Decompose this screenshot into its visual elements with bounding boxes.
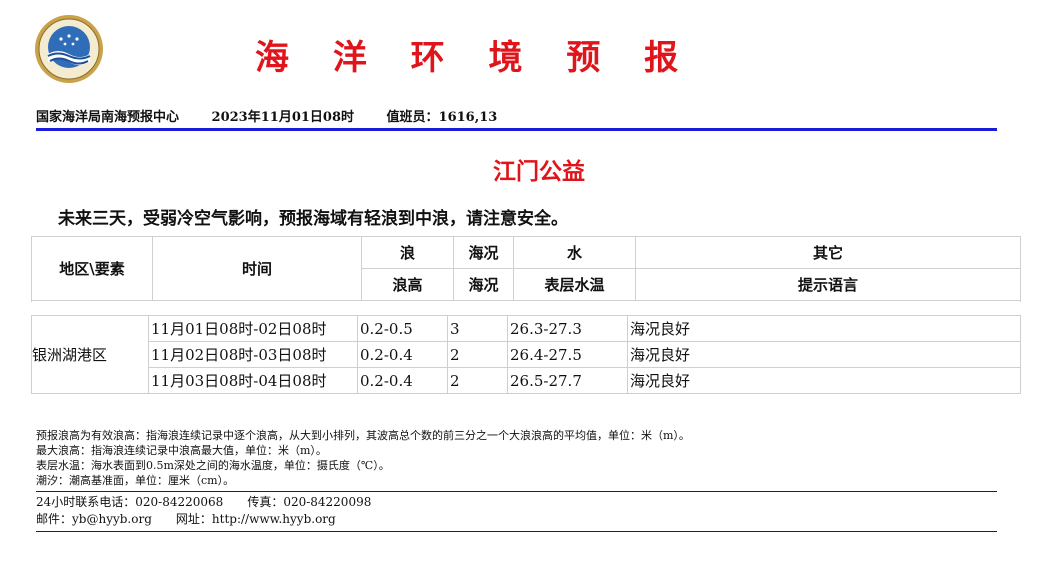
- table-row: 银洲湖港区 11月01日08时-02日08时 0.2-0.5 3 26.3-27…: [31, 315, 1021, 394]
- time-cell: 11月02日08时-03日08时: [148, 341, 358, 368]
- issue-datetime: 2023年11月01日08时: [211, 110, 355, 125]
- forecast-summary: 未来三天，受弱冷空气影响，预报海域有轻浪到中浪，请注意安全。: [58, 209, 568, 229]
- table-row: 11月02日08时-03日08时 0.2-0.4 2 26.4-27.5 海况良…: [32, 341, 1021, 368]
- note-wave-height: 预报浪高为有效浪高：指海浪连续记录中逐个浪高，从大到小排列，其波高总个数的前三分…: [36, 429, 690, 442]
- advisory-cell: 海况良好: [627, 315, 1021, 342]
- header-wave: 浪: [361, 236, 454, 269]
- header-wave-height: 浪高: [361, 268, 454, 301]
- wave-height-cell: 0.2-0.5: [357, 315, 448, 342]
- surface-temp-cell: 26.5-27.7: [507, 367, 628, 394]
- duty-officer: 值班员：1616,13: [386, 110, 498, 125]
- ocean-agency-emblem-logo: [35, 15, 103, 83]
- time-cell: 11月03日08时-04日08时: [148, 367, 358, 394]
- contact-fax: 传真：020-84220098: [247, 495, 372, 509]
- table-gap-strip: [31, 297, 1021, 302]
- header-region: 地区\要素: [31, 236, 153, 301]
- header-time: 时间: [152, 236, 362, 301]
- contact-info: 24小时联系电话：020-84220068 传真：020-84220098 邮件：…: [36, 494, 395, 528]
- contact-top-rule: [36, 491, 997, 492]
- header-surface-temp: 表层水温: [513, 268, 636, 301]
- note-max-wave: 最大浪高：指海浪连续记录中浪高最大值，单位：米（m）。: [36, 444, 327, 457]
- report-info-line: 国家海洋局南海预报中心 2023年11月01日08时 值班员：1616,13: [36, 106, 525, 125]
- definitions-notes: 预报浪高为有效浪高：指海浪连续记录中逐个浪高，从大到小排列，其波高总个数的前三分…: [36, 428, 690, 488]
- surface-temp-cell: 26.4-27.5: [507, 341, 628, 368]
- time-cell: 11月01日08时-02日08时: [148, 315, 358, 342]
- note-surface-temp: 表层水温：海水表面到0.5m深处之间的海水温度，单位：摄氏度（℃）。: [36, 459, 390, 472]
- header-water: 水: [513, 236, 636, 269]
- contact-bottom-rule: [36, 531, 997, 532]
- header-divider: [36, 128, 997, 131]
- wave-height-cell: 0.2-0.4: [357, 341, 448, 368]
- issuing-organization: 国家海洋局南海预报中心: [36, 110, 180, 125]
- contact-email[interactable]: 邮件：yb@hyyb.org: [36, 512, 152, 526]
- advisory-cell: 海况良好: [627, 367, 1021, 394]
- header-sea-state: 海况: [453, 236, 514, 269]
- wave-height-cell: 0.2-0.4: [357, 367, 448, 394]
- header-sea-state-sub: 海况: [453, 268, 514, 301]
- region-cell: 银洲湖港区: [31, 315, 149, 394]
- advisory-cell: 海况良好: [627, 341, 1021, 368]
- sea-state-cell: 2: [447, 367, 508, 394]
- surface-temp-cell: 26.3-27.3: [507, 315, 628, 342]
- area-title: 江门公益: [493, 158, 585, 185]
- forecast-table-header: 地区\要素 时间 浪 海况 水 其它 浪高 海况 表层水温 提示语言: [31, 236, 1021, 301]
- contact-phone: 24小时联系电话：020-84220068: [36, 495, 224, 509]
- sea-state-cell: 3: [447, 315, 508, 342]
- header-other: 其它: [635, 236, 1021, 269]
- report-main-title: 海 洋 环 境 预 报: [255, 38, 695, 78]
- sea-state-cell: 2: [447, 341, 508, 368]
- table-row: 11月03日08时-04日08时 0.2-0.4 2 26.5-27.7 海况良…: [32, 367, 1021, 394]
- contact-website[interactable]: 网址：http://www.hyyb.org: [176, 512, 336, 526]
- header-advisory: 提示语言: [635, 268, 1021, 301]
- forecast-table-body: 银洲湖港区 11月01日08时-02日08时 0.2-0.5 3 26.3-27…: [31, 315, 1021, 394]
- note-tide: 潮汐：潮高基准面，单位：厘米（cm）。: [36, 474, 235, 487]
